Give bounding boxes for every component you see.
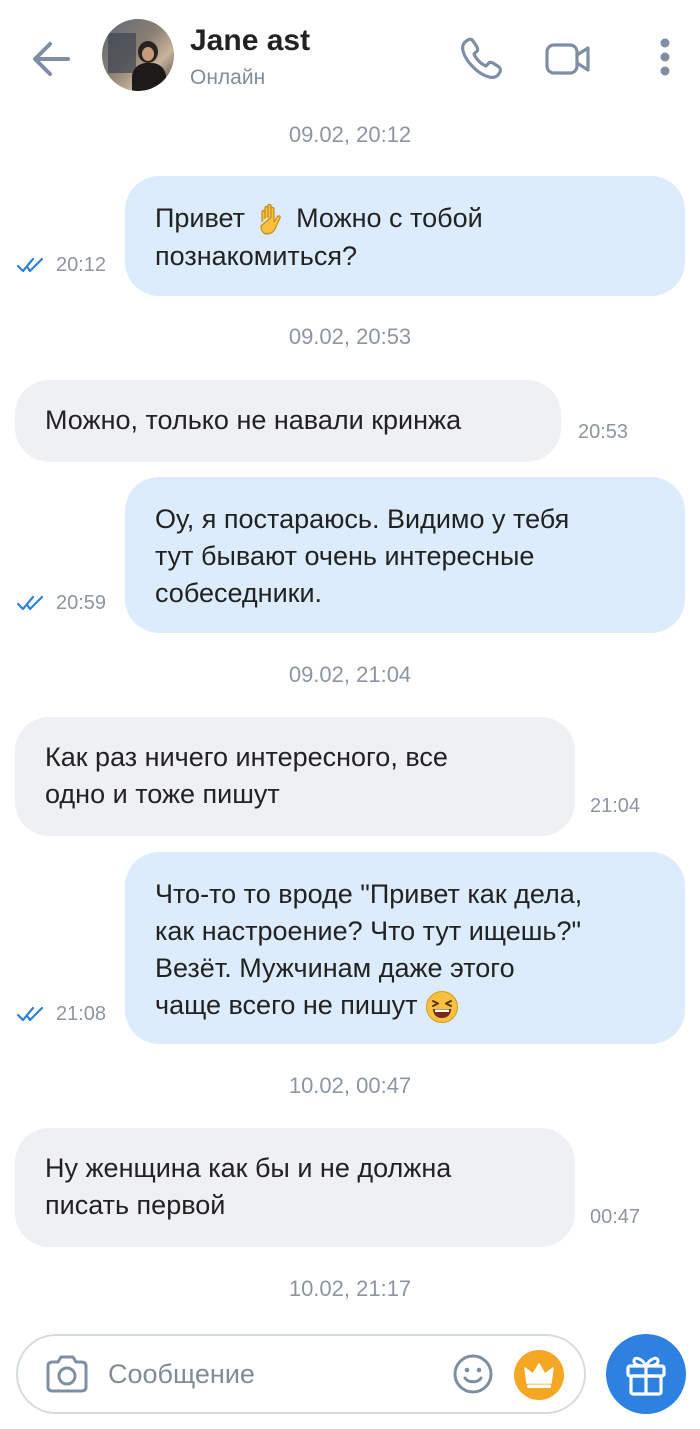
message-time: 20:12 [56, 254, 107, 276]
message-text: Ну женщина как бы и не должна писать пер… [45, 1153, 452, 1220]
message-text: Что-то то вроде "Привет как дела, как на… [155, 879, 583, 1020]
phone-icon[interactable] [456, 34, 506, 84]
crown-button[interactable] [514, 1350, 564, 1400]
date-separator: 09.02, 21:04 [288, 662, 412, 687]
message-time: 21:04 [590, 795, 641, 817]
message-time: 21:08 [56, 1003, 107, 1025]
laughing-face-emoji-icon [426, 990, 459, 1023]
read-ticks-icon [16, 1006, 44, 1022]
message-bubble-outgoing[interactable]: Привет Можно с тобой познакомиться? [125, 176, 685, 296]
date-separator: 09.02, 20:53 [288, 324, 412, 349]
date-separator: 09.02, 20:12 [288, 122, 412, 147]
message-text: познакомиться? [155, 240, 357, 271]
read-ticks-icon [16, 257, 44, 273]
message-time: 20:53 [578, 421, 629, 443]
message-bubble-incoming[interactable]: Можно, только не навали кринжа [15, 380, 561, 462]
avatar[interactable] [102, 19, 174, 91]
raised-hand-emoji-icon [259, 203, 281, 235]
contact-name[interactable]: Jane ast [190, 24, 310, 58]
message-bubble-incoming[interactable]: Ну женщина как бы и не должна писать пер… [15, 1128, 575, 1247]
more-vertical-icon[interactable] [640, 34, 690, 84]
message-bubble-outgoing[interactable]: Оу, я постараюсь. Видимо у тебя тут быва… [125, 477, 685, 633]
message-text: Можно с тобой [296, 203, 483, 233]
crown-icon [524, 1363, 554, 1388]
message-text: Оу, я постараюсь. Видимо у тебя тут быва… [155, 504, 570, 608]
date-separator: 10.02, 21:17 [288, 1276, 412, 1301]
message-input[interactable]: Сообщение [108, 1359, 255, 1390]
read-ticks-icon [16, 595, 44, 611]
video-camera-icon[interactable] [543, 34, 593, 84]
smile-icon[interactable] [452, 1353, 494, 1395]
gift-icon [626, 1356, 666, 1396]
date-separator: 10.02, 00:47 [288, 1073, 412, 1098]
arrow-left-icon[interactable] [28, 36, 74, 82]
message-bubble-outgoing[interactable]: Что-то то вроде "Привет как дела, как на… [125, 852, 685, 1044]
message-time: 20:59 [56, 592, 107, 614]
message-text: Как раз ничего интересного, все одно и т… [45, 742, 448, 809]
chat-header: Jane ast Онлайн [0, 0, 700, 110]
message-time: 00:47 [590, 1206, 641, 1228]
camera-icon[interactable] [44, 1354, 90, 1394]
message-text: Привет [155, 203, 246, 233]
contact-status: Онлайн [190, 66, 266, 89]
message-text: Можно, только не навали кринжа [45, 405, 462, 435]
message-composer[interactable]: Сообщение [16, 1334, 586, 1414]
message-bubble-incoming[interactable]: Как раз ничего интересного, все одно и т… [15, 717, 575, 836]
gift-button[interactable] [606, 1334, 686, 1414]
